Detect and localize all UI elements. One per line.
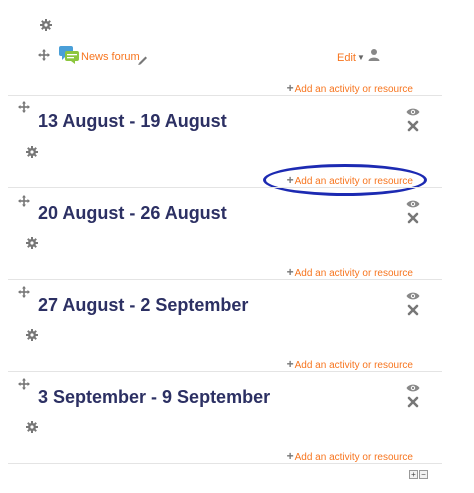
add-activity-link[interactable]: +Add an activity or resource	[287, 265, 413, 279]
news-forum-link[interactable]: News forum	[81, 51, 140, 63]
add-activity-link[interactable]: +Add an activity or resource	[287, 357, 413, 371]
section-title[interactable]: 13 August - 19 August	[38, 111, 227, 132]
gear-icon[interactable]	[26, 421, 38, 433]
forum-icon	[58, 45, 80, 65]
eye-icon[interactable]	[406, 288, 420, 300]
plus-icon: +	[286, 265, 294, 279]
plus-icon: +	[286, 449, 294, 463]
gear-icon[interactable]	[26, 329, 38, 341]
move-icon[interactable]	[18, 101, 30, 113]
section-divider	[8, 371, 442, 372]
section-divider	[8, 95, 442, 96]
eye-icon[interactable]	[406, 104, 420, 116]
close-icon[interactable]	[407, 119, 419, 132]
collapse-all-icon[interactable]: −	[419, 470, 428, 479]
gear-icon[interactable]	[26, 146, 38, 158]
add-activity-link[interactable]: +Add an activity or resource	[287, 449, 413, 463]
pencil-icon[interactable]	[137, 53, 149, 65]
edit-menu-label: Edit	[337, 52, 356, 64]
section-divider	[8, 279, 442, 280]
move-icon[interactable]	[18, 286, 30, 298]
user-icon[interactable]	[367, 48, 381, 62]
plus-icon: +	[286, 81, 294, 95]
close-icon[interactable]	[407, 211, 419, 224]
move-icon[interactable]	[18, 195, 30, 207]
section-title[interactable]: 3 September - 9 September	[38, 387, 270, 408]
move-icon[interactable]	[38, 49, 50, 61]
section-toggle-controls: + −	[409, 470, 429, 480]
add-activity-label: Add an activity or resource	[294, 268, 413, 279]
caret-down-icon: ▼	[356, 53, 365, 62]
section-title[interactable]: 20 August - 26 August	[38, 203, 227, 224]
add-activity-label: Add an activity or resource	[294, 360, 413, 371]
highlight-annotation	[263, 164, 427, 196]
add-activity-label: Add an activity or resource	[294, 452, 413, 463]
edit-menu[interactable]: Edit▼	[337, 52, 365, 64]
plus-icon: +	[286, 357, 294, 371]
gear-icon[interactable]	[26, 237, 38, 249]
eye-icon[interactable]	[406, 196, 420, 208]
section-title[interactable]: 27 August - 2 September	[38, 295, 248, 316]
course-page: News forum Edit▼ +Add an activity or res…	[0, 0, 474, 493]
eye-icon[interactable]	[406, 380, 420, 392]
close-icon[interactable]	[407, 395, 419, 408]
section-divider	[8, 187, 442, 188]
gear-icon[interactable]	[40, 19, 52, 31]
section-divider	[8, 463, 442, 464]
add-activity-label: Add an activity or resource	[294, 84, 413, 95]
expand-all-icon[interactable]: +	[409, 470, 418, 479]
move-icon[interactable]	[18, 378, 30, 390]
add-activity-link[interactable]: +Add an activity or resource	[287, 81, 413, 95]
close-icon[interactable]	[407, 303, 419, 316]
